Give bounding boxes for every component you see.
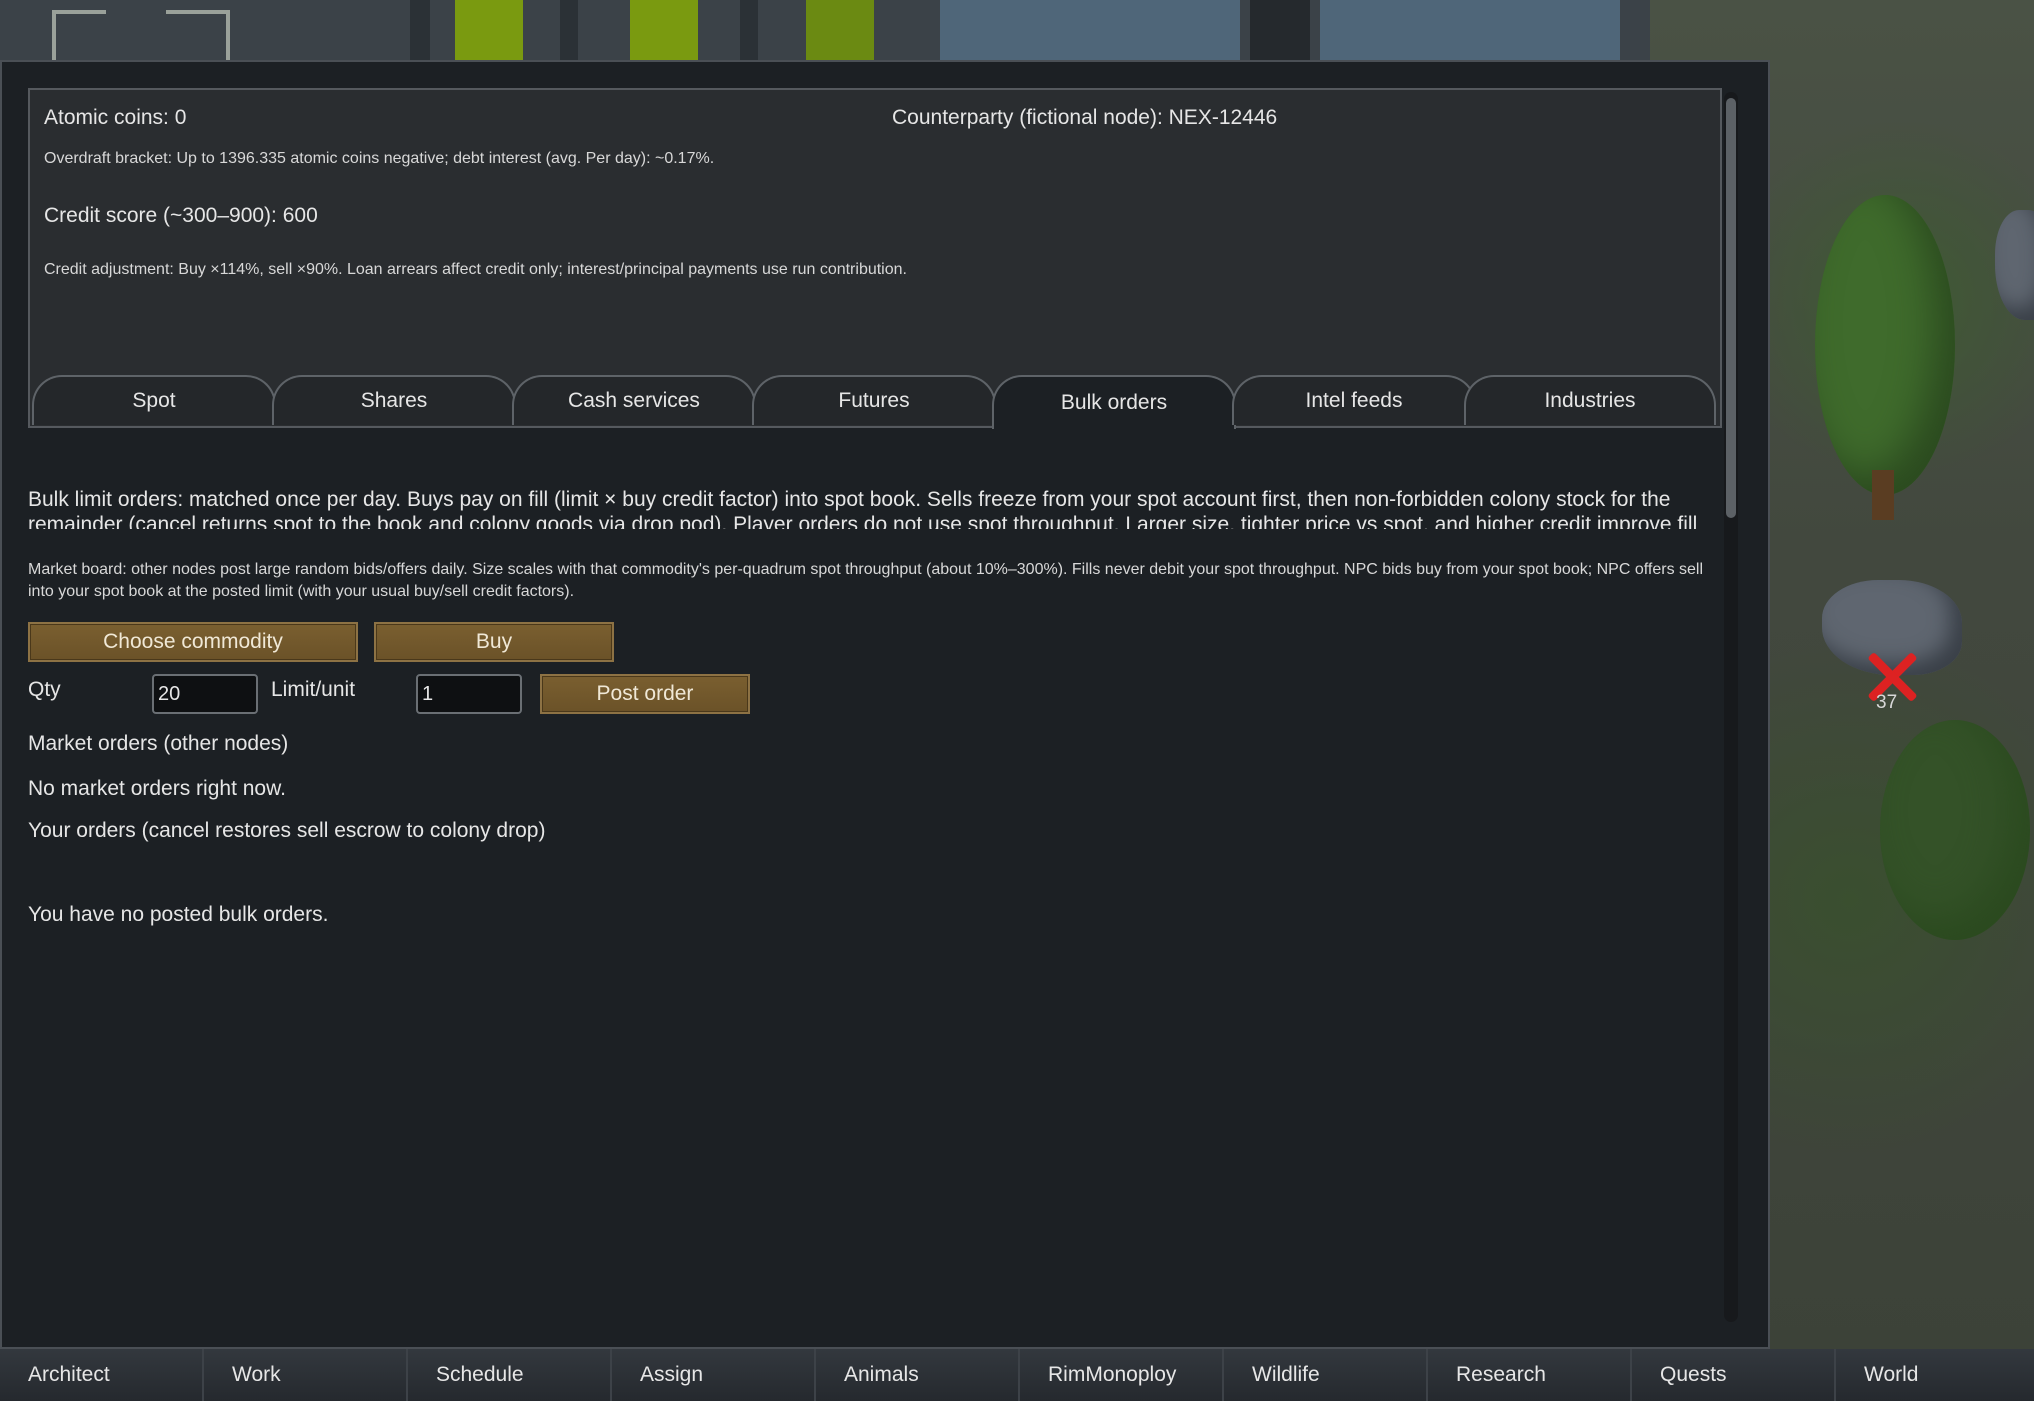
scrollbar-thumb[interactable] [1726,98,1736,518]
qty-input[interactable] [152,674,258,714]
tab-cash-services[interactable]: Cash services [512,375,756,425]
tab-bulk-orders[interactable]: Bulk orders [992,375,1236,429]
bulk-orders-description: Bulk limit orders: matched once per day.… [28,488,1698,529]
tab-shares[interactable]: Shares [272,375,516,425]
main-tab-research[interactable]: Research [1428,1349,1632,1401]
main-tab-architect[interactable]: Architect [0,1349,204,1401]
market-orders-empty: No market orders right now. [28,777,286,800]
scrollbar[interactable] [1724,92,1738,1322]
limit-label: Limit/unit [271,678,356,701]
qty-label: Qty [28,678,61,701]
account-info-panel: Atomic coins: 0 Counterparty (fictional … [28,88,1722,429]
credit-score: Credit score (~300–900): 600 [44,204,318,227]
your-orders-header: Your orders (cancel restores sell escrow… [28,819,546,842]
marker-count: 37 [1876,692,1898,713]
tree-icon [1815,195,1955,495]
your-orders-empty: You have no posted bulk orders. [28,903,329,926]
main-tab-quests[interactable]: Quests [1632,1349,1836,1401]
tab-futures[interactable]: Futures [752,375,996,425]
main-tab-assign[interactable]: Assign [612,1349,816,1401]
colony-structure-strip [0,0,1650,62]
counterparty: Counterparty (fictional node): NEX-12446 [892,106,1278,129]
main-tab-animals[interactable]: Animals [816,1349,1020,1401]
main-tab-work[interactable]: Work [204,1349,408,1401]
buy-sell-toggle-button[interactable]: Buy [374,622,614,662]
main-tab-world[interactable]: World [1836,1349,2034,1401]
main-tab-schedule[interactable]: Schedule [408,1349,612,1401]
tab-intel-feeds[interactable]: Intel feeds [1232,375,1476,425]
tab-bar: Spot Shares Cash services Futures Bulk o… [32,375,1720,429]
post-order-button[interactable]: Post order [540,674,750,714]
tab-spot[interactable]: Spot [32,375,276,425]
atomic-coins: Atomic coins: 0 [44,106,187,129]
tab-industries[interactable]: Industries [1464,375,1716,425]
market-board-note: Market board: other nodes post large ran… [28,561,1704,600]
main-tab-rimmonoploy[interactable]: RimMonoploy [1020,1349,1224,1401]
main-tab-wildlife[interactable]: Wildlife [1224,1349,1428,1401]
market-orders-header: Market orders (other nodes) [28,732,289,755]
choose-commodity-button[interactable]: Choose commodity [28,622,358,662]
rimmonopoly-window: Atomic coins: 0 Counterparty (fictional … [0,60,1770,1349]
credit-adjustment: Credit adjustment: Buy ×114%, sell ×90%.… [44,261,907,278]
limit-input[interactable] [416,674,522,714]
main-tab-bar: Architect Work Schedule Assign Animals R… [0,1349,2034,1401]
overdraft-bracket: Overdraft bracket: Up to 1396.335 atomic… [44,150,715,167]
